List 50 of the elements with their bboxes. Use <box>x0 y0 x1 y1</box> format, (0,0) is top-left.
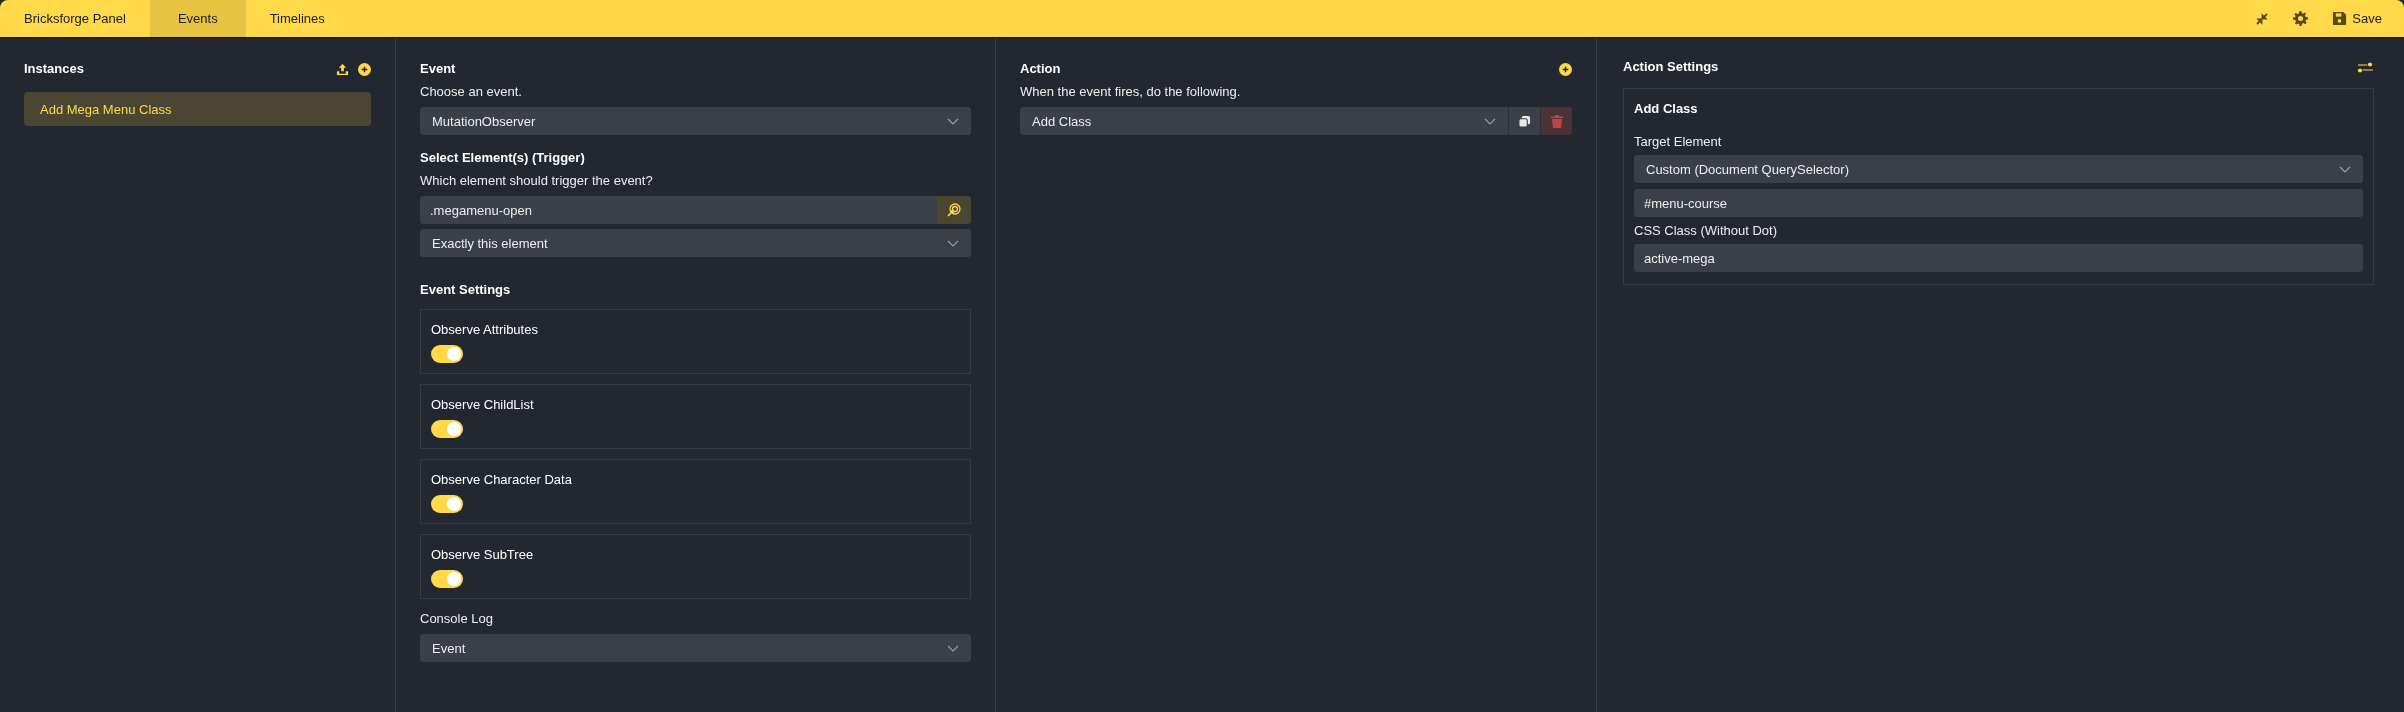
tab[interactable]: Timelines <box>245 0 349 37</box>
setting-label: Observe SubTree <box>431 547 534 562</box>
chevron-down-icon <box>1484 117 1496 125</box>
section-title: Action <box>1020 60 1061 78</box>
target-select[interactable]: Custom (Document QuerySelector) <box>1634 155 2363 183</box>
setting-label: Observe Character Data <box>431 472 572 487</box>
collapse-icon[interactable] <box>2255 11 2270 26</box>
trash-icon <box>1550 114 1563 128</box>
hint-text: Choose an event. <box>420 84 523 99</box>
copy-icon <box>1518 114 1531 128</box>
chevron-down-icon <box>947 239 959 247</box>
add-icon[interactable] <box>1559 62 1572 76</box>
selector-field[interactable]: .megamenu-open <box>420 196 937 224</box>
hint-text: When the event fires, do the following. <box>1020 84 1242 99</box>
save-button[interactable]: Save <box>2332 11 2382 26</box>
section-title: Action Settings <box>1623 58 1719 76</box>
element-picker-button[interactable] <box>937 196 971 224</box>
scope-select[interactable]: Exactly this element <box>420 229 971 257</box>
chevron-down-icon <box>2339 165 2351 173</box>
field-label: CSS Class (Without Dot) <box>1634 223 1779 238</box>
trigger-type-select[interactable]: MutationObserver <box>420 107 971 135</box>
field-label: Target Element <box>1634 134 1723 149</box>
tab[interactable]: Bricksforge Panel <box>0 0 150 37</box>
toggle-switch[interactable] <box>431 495 463 513</box>
instance-item[interactable]: Add Mega Menu Class <box>24 92 371 126</box>
toggle-switch[interactable] <box>431 420 463 438</box>
toggle-switch[interactable] <box>431 345 463 363</box>
section-title: Select Element(s) (Trigger) <box>420 149 586 167</box>
setting-label: Observe Attributes <box>431 322 538 337</box>
section-title: Event <box>420 60 457 78</box>
hint-text: Which element should trigger the event? <box>420 173 654 188</box>
settings-icon[interactable] <box>2293 11 2309 26</box>
tab[interactable]: Events <box>149 0 246 37</box>
chevron-down-icon <box>947 644 959 652</box>
chevron-down-icon <box>947 117 959 125</box>
text-field[interactable]: active-mega <box>1634 244 2363 272</box>
setting-label: Observe ChildList <box>431 397 534 412</box>
action-select[interactable]: Add Class <box>1020 107 1508 135</box>
panel-title: Instances <box>24 60 84 78</box>
upload-icon[interactable] <box>336 62 349 76</box>
sliders-icon[interactable] <box>2357 60 2374 74</box>
card-title: Add Class <box>1634 101 1699 116</box>
field-label: Console Log <box>420 611 494 626</box>
toggle-switch[interactable] <box>431 570 463 588</box>
console-log-select[interactable]: Event <box>420 634 971 662</box>
text-field[interactable]: #menu-course <box>1634 189 2363 217</box>
section-title: Event Settings <box>420 281 512 299</box>
target-pointer-icon <box>947 203 961 217</box>
duplicate-button[interactable] <box>1508 107 1540 135</box>
add-icon[interactable] <box>358 62 371 76</box>
